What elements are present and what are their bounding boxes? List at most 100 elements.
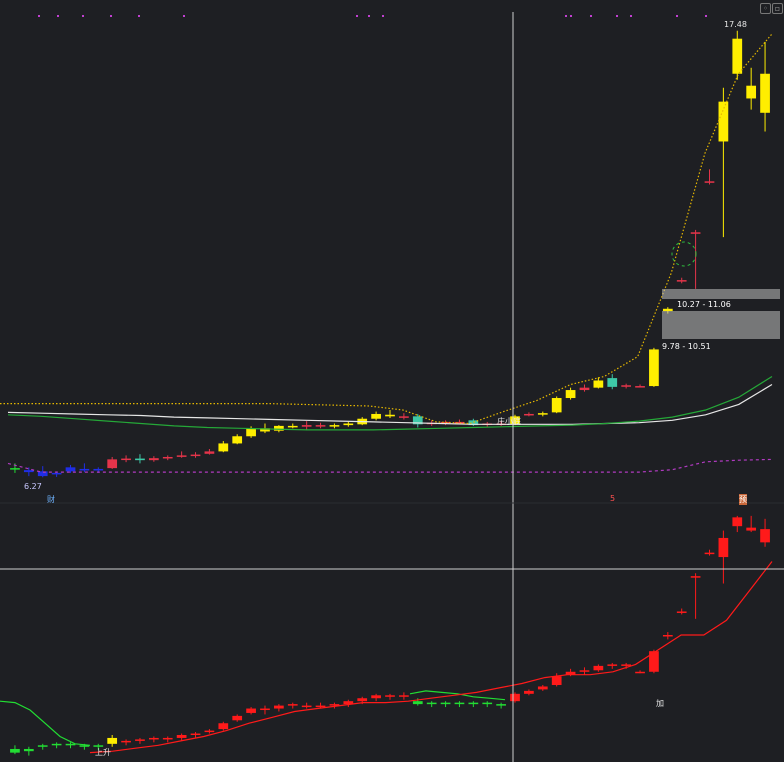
candle-body xyxy=(496,704,506,706)
range-low-label: 9.78 - 10.51 xyxy=(662,342,711,351)
candle-body xyxy=(704,181,715,183)
candle-body xyxy=(23,748,34,752)
candle-body xyxy=(468,702,479,705)
candle-body xyxy=(635,671,645,674)
range-box-high xyxy=(662,289,780,299)
candle-body xyxy=(718,101,729,142)
candle-body xyxy=(524,690,534,694)
candle-body xyxy=(537,413,548,415)
candle-body xyxy=(718,537,729,558)
candle-body xyxy=(690,576,701,578)
candle-body xyxy=(301,425,312,427)
candle-body xyxy=(746,85,757,99)
candle-body xyxy=(371,413,381,419)
candle-body xyxy=(649,349,659,387)
candle-body xyxy=(37,745,48,747)
candle-body xyxy=(690,232,701,234)
candle-body xyxy=(579,387,590,391)
candle-body xyxy=(65,743,76,746)
candle-body xyxy=(412,701,423,705)
candle-body xyxy=(593,665,604,671)
restore-icon[interactable]: ▫ xyxy=(772,3,783,14)
candle-body xyxy=(635,386,645,388)
candle-body xyxy=(65,467,76,472)
candle-body xyxy=(135,739,145,741)
signal-dot xyxy=(110,15,112,17)
box-label: 5 xyxy=(610,494,616,503)
candle-body xyxy=(107,737,118,744)
signal-dot xyxy=(616,15,618,17)
candle-body xyxy=(760,529,770,543)
candle-body xyxy=(704,552,715,555)
candle-body xyxy=(148,458,159,461)
candle-body xyxy=(371,695,381,699)
candle-body xyxy=(204,451,215,454)
candle-body xyxy=(107,459,118,469)
candle-body xyxy=(454,421,465,424)
candle-body xyxy=(93,468,104,471)
candle-body xyxy=(274,705,284,709)
candle-body xyxy=(732,517,743,527)
signal-dot xyxy=(565,15,567,17)
signal-dot xyxy=(382,15,384,17)
signal-dot xyxy=(356,15,358,17)
candle-body xyxy=(565,390,576,399)
candle-body xyxy=(204,730,215,733)
signal-ziti-label: 财 xyxy=(47,495,55,504)
candle-body xyxy=(260,708,270,711)
candle-body xyxy=(218,723,229,730)
candle-body xyxy=(551,676,562,685)
candle-body xyxy=(454,702,465,705)
candle-body xyxy=(399,416,409,418)
peak-price-label: 17.48 xyxy=(724,20,747,29)
candle-body xyxy=(537,686,548,690)
candle-body xyxy=(10,748,20,753)
signal-dot xyxy=(38,15,40,17)
candle-body xyxy=(246,708,256,713)
signal-dot xyxy=(630,15,632,17)
candle-body xyxy=(274,425,284,431)
candle-body xyxy=(162,737,173,740)
candle-body xyxy=(440,702,451,705)
candle-body xyxy=(232,715,243,721)
candle-body xyxy=(329,425,340,427)
candle-body xyxy=(593,380,604,388)
signal-yu-label: 预 xyxy=(739,494,747,505)
candle-body xyxy=(121,740,131,743)
candle-body xyxy=(246,428,256,437)
candle-body xyxy=(51,743,62,746)
candle-body xyxy=(385,414,395,417)
candle-body xyxy=(746,527,757,531)
candle-body xyxy=(190,454,201,457)
candle-body xyxy=(676,611,687,613)
indicator-line xyxy=(0,700,91,746)
signal-dot xyxy=(82,15,84,17)
candle-body xyxy=(287,704,298,706)
candle-body xyxy=(121,458,131,461)
candle-body xyxy=(676,280,687,282)
candle-body xyxy=(579,670,590,672)
candle-body xyxy=(162,456,173,459)
candle-body xyxy=(621,385,632,387)
range-high-label: 10.27 - 11.06 xyxy=(677,300,731,309)
chart-canvas[interactable] xyxy=(0,0,784,762)
candle-body xyxy=(607,378,618,387)
minimize-icon[interactable]: ◦ xyxy=(760,3,771,14)
candle-body xyxy=(315,705,326,708)
signal-dot xyxy=(590,15,592,17)
candle-body xyxy=(510,693,520,702)
candle-body xyxy=(621,664,632,666)
circle-marker xyxy=(671,241,697,267)
candle-body xyxy=(399,695,409,697)
candle-body xyxy=(607,664,618,666)
candle-body xyxy=(482,702,493,705)
candle-body xyxy=(148,737,159,740)
candle-body xyxy=(524,413,534,416)
rise-label: 上升 xyxy=(95,748,111,757)
candle-body xyxy=(426,702,437,705)
signal-dot xyxy=(676,15,678,17)
signal-dot xyxy=(705,15,707,17)
range-box-low xyxy=(662,311,780,339)
signal-dot xyxy=(183,15,185,17)
candle-body xyxy=(357,698,368,702)
